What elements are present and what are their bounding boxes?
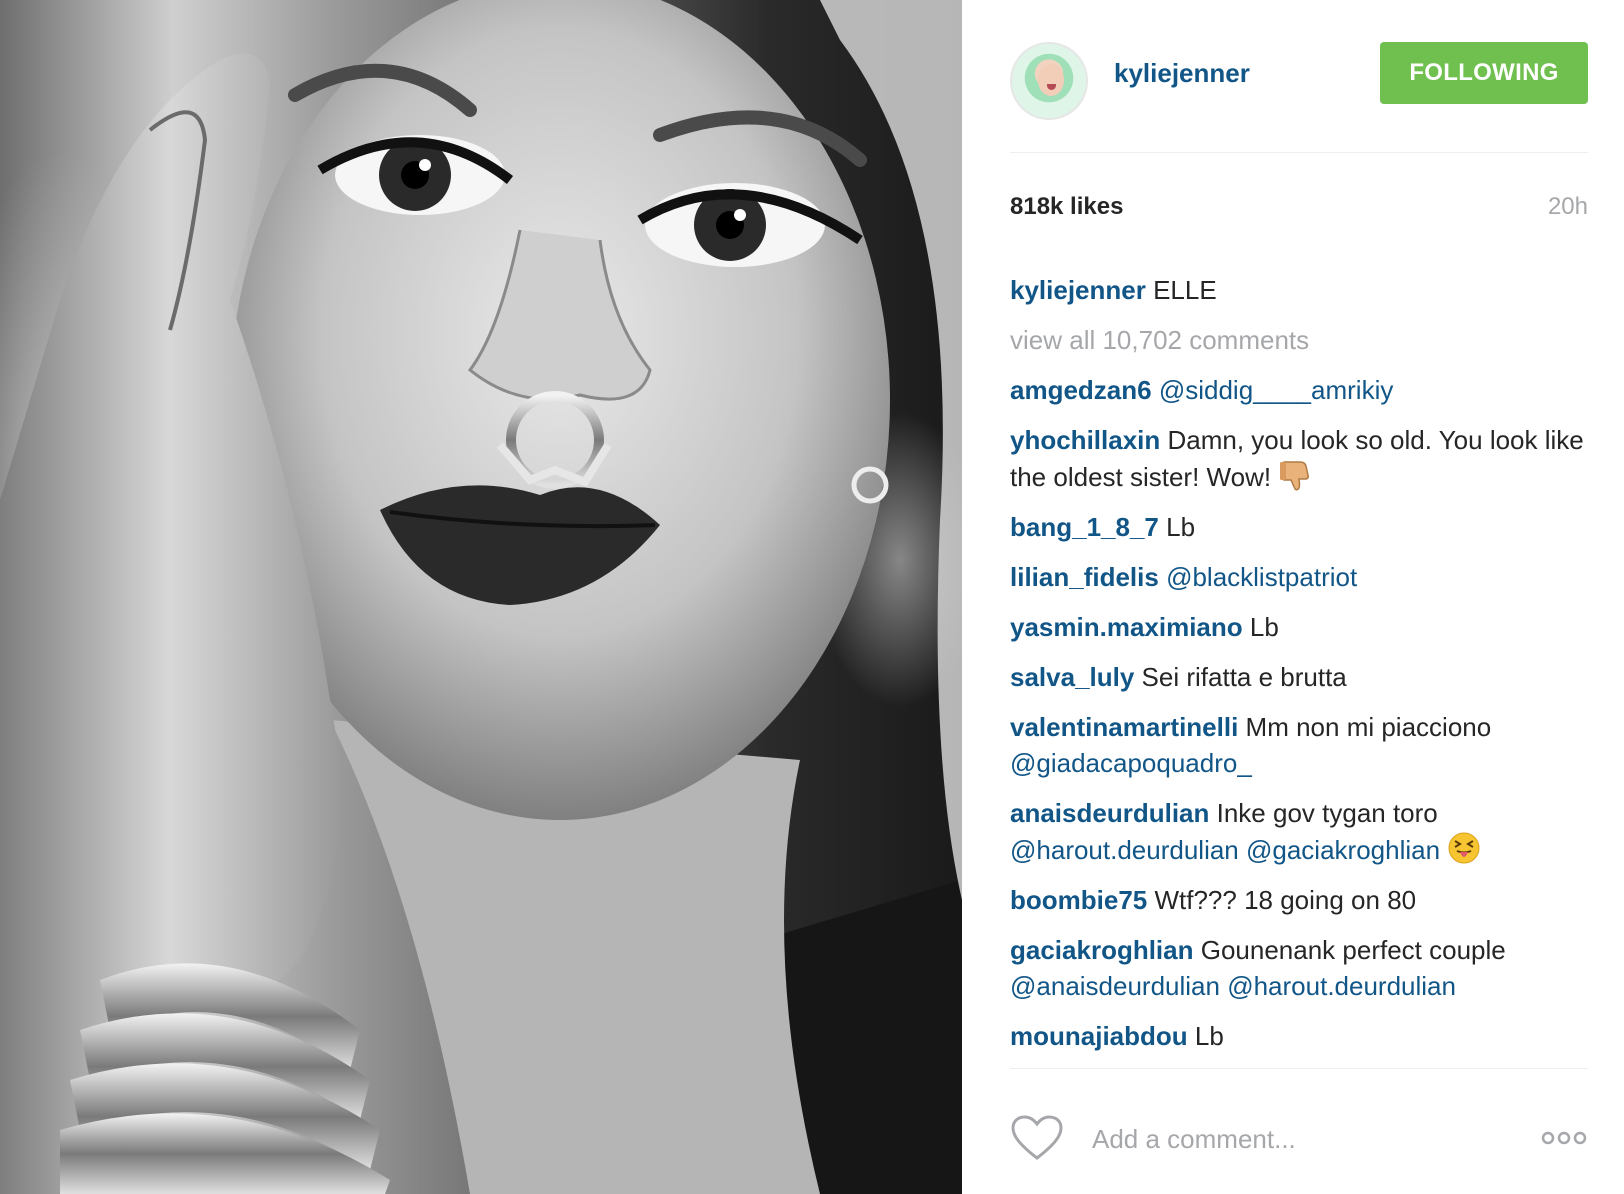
likes-count[interactable]: 818k likes [1010,193,1123,221]
post-timestamp[interactable]: 20h [1548,193,1588,221]
divider [1010,1068,1588,1069]
comment-text: Sei rifatta e brutta [1141,662,1347,692]
comment-username[interactable]: salva_luly [1010,662,1134,692]
post-header: kyliejenner FOLLOWING [1010,42,1588,120]
comment-item: anaisdeurdulian Inke gov tygan toro @har… [1010,795,1588,868]
comment-username[interactable]: anaisdeurdulian [1010,798,1209,828]
comment-mention[interactable]: @harout.deurdulian @gaciakroghlian [1010,835,1440,865]
following-button[interactable]: FOLLOWING [1380,42,1588,104]
comment-text: Lb [1166,512,1196,542]
comment-text: Inke gov tygan toro [1216,798,1438,828]
comments-list: kyliejenner ELLE view all 10,702 comment… [1010,272,1588,1068]
comment-username[interactable]: yasmin.maximiano [1010,612,1243,642]
heart-outline-icon[interactable] [1010,1114,1064,1162]
comment-text: Gounenank perfect couple [1200,935,1506,965]
comment-item: lilian_fidelis @blacklistpatriot [1010,559,1588,595]
comment-item: salva_luly Sei rifatta e brutta [1010,659,1588,695]
caption: kyliejenner ELLE [1010,272,1588,308]
view-all-comments-link[interactable]: view all 10,702 comments [1010,322,1588,358]
comment-text: Lb [1249,612,1279,642]
comment-username[interactable]: boombie75 [1010,885,1147,915]
bracelets [60,963,390,1194]
comment-item: gaciakroghlian Gounenank perfect couple … [1010,932,1588,1004]
comment-username[interactable]: valentinamartinelli [1010,712,1238,742]
username-link[interactable]: kyliejenner [1114,58,1250,89]
comment-username[interactable]: mounajiabdou [1010,1021,1188,1051]
comment-item: valentinamartinelli Mm non mi piacciono … [1010,709,1588,781]
comment-text: Lb [1194,1021,1224,1051]
comment-username[interactable]: lilian_fidelis [1010,562,1159,592]
comment-username[interactable]: bang_1_8_7 [1010,512,1159,542]
squinting-tongue-emoji [1448,832,1480,864]
comment-username[interactable]: yhochillaxin [1010,425,1160,455]
post-photo[interactable] [0,0,962,1194]
comment-text: Wtf??? 18 going on 80 [1154,885,1417,915]
comment-item: yhochillaxin Damn, you look so old. You … [1010,422,1588,495]
thumbs-down-emoji [1280,461,1310,491]
comment-mention[interactable]: @giadacapoquadro_ [1010,748,1252,778]
comment-text: Mm non mi piacciono [1245,712,1492,742]
avatar-face [1038,64,1064,96]
instagram-post: kyliejenner FOLLOWING 818k likes 20h kyl… [0,0,1624,1194]
comment-item: bang_1_8_7 Lb [1010,509,1588,545]
comment-item: amgedzan6 @siddig____amrikiy [1010,372,1588,408]
comment-mention[interactable]: @blacklistpatriot [1166,562,1357,592]
caption-username[interactable]: kyliejenner [1010,275,1146,305]
post-details-panel: kyliejenner FOLLOWING 818k likes 20h kyl… [962,0,1624,1194]
comment-username[interactable]: amgedzan6 [1010,375,1152,405]
avatar[interactable] [1010,42,1088,120]
post-actions [1010,1112,1588,1168]
comment-mention[interactable]: @siddig____amrikiy [1159,375,1394,405]
add-comment-input[interactable] [1090,1116,1494,1162]
more-options-icon[interactable] [1540,1128,1588,1148]
comment-username[interactable]: gaciakroghlian [1010,935,1194,965]
comment-item: yasmin.maximiano Lb [1010,609,1588,645]
caption-text: ELLE [1153,275,1217,305]
divider [1010,152,1588,153]
comment-item: boombie75 Wtf??? 18 going on 80 [1010,882,1588,918]
portrait-illustration [0,0,962,1194]
comment-mention[interactable]: @anaisdeurdulian @harout.deurdulian [1010,971,1456,1001]
comment-item: mounajiabdou Lb [1010,1018,1588,1054]
